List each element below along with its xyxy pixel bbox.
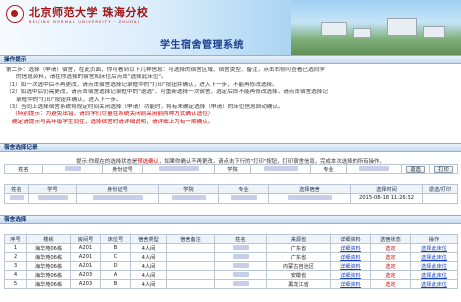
masked-value — [171, 195, 206, 201]
masked-value — [230, 195, 257, 201]
record-info-table: 姓名 身份证号 学院 专业 退选 打印 — [4, 164, 458, 174]
selection-section-title: 宿舍选择 — [0, 215, 461, 224]
col-college: 学院 — [158, 184, 219, 194]
tip-line: （3）当同上选择宿舍系统将规定时间关闭选择（申请）功能时，将有未确定选择（申请）… — [6, 104, 284, 111]
masked-value — [64, 166, 81, 171]
col-id: 身份证号 — [76, 184, 159, 194]
col-student-name: 姓名 — [214, 234, 267, 244]
masked-value — [263, 166, 298, 171]
col-dorm: 选择宿舍 — [268, 184, 351, 194]
campus-photo — [291, 0, 461, 56]
masked-value — [359, 166, 389, 171]
tips-section-title: 操作提示 — [0, 55, 461, 64]
detail-link[interactable]: 详细资料 — [340, 246, 361, 252]
school-name: 北京师范大学 珠海分校 — [29, 6, 149, 19]
university-logo-icon — [6, 5, 24, 23]
col-bed: 床位号 — [100, 234, 131, 244]
selection-table: 序号 楼栋 房间号 床位号 宿舍类型 宿舍备注 姓名 来源省 详细资料 选宿状态… — [4, 234, 458, 289]
masked-value — [92, 195, 143, 201]
col-no: 序号 — [4, 234, 27, 244]
record-time: 2015-08-18 11:26:32 — [350, 193, 423, 204]
tip-line: （2）如选中后仍需更改，请点击宿舍选择记录框中的"退选"，可重新选择一次宿舍，选… — [6, 89, 328, 96]
specialty-label: 专业 — [310, 164, 347, 174]
masked-value — [232, 263, 249, 268]
table-row: 3 海华苑06栋 A201 D 4人间 内蒙古自治区 详细资料 选定 选择此床位 — [4, 261, 458, 271]
col-student-no: 学号 — [28, 184, 77, 194]
masked-value — [232, 254, 249, 259]
table-row: 5 海华苑06栋 A203 B 4人间 黑龙江省 详细资料 选定 选择此床位 — [4, 279, 458, 289]
header-banner: 北京师范大学 珠海分校 BEIJING NORMAL UNIVERSITY · … — [0, 0, 461, 56]
masked-value — [232, 281, 249, 286]
tip-warning: 确定请提示与高年级学生同住，选择宿舍时请详细说明，请详细上为有一期确认。 — [12, 118, 214, 125]
withdraw-button[interactable]: 退选 — [406, 165, 425, 173]
col-operation: 操作 — [410, 234, 458, 244]
record-row: 2015-08-18 11:26:32 — [4, 193, 458, 204]
detail-link[interactable]: 详细资料 — [340, 255, 361, 261]
table-row: 1 海华苑06栋 A201 B 4人间 广东省 详细资料 选定 选择此床位 — [4, 243, 458, 253]
select-bed-link[interactable]: 选择此床位 — [421, 282, 447, 288]
system-title: 学生宿舍管理系统 — [160, 40, 244, 51]
masked-value — [232, 245, 249, 250]
col-type: 宿舍类型 — [130, 234, 167, 244]
college-label: 学院 — [214, 164, 251, 174]
record-section-title: 宿舍选择记录 — [0, 143, 461, 152]
masked-value — [158, 166, 199, 171]
col-room: 房间号 — [70, 234, 101, 244]
col-status: 选宿状态 — [370, 234, 411, 244]
col-time: 选择时间 — [350, 184, 423, 194]
masked-value — [37, 195, 68, 201]
col-name: 姓名 — [4, 184, 29, 194]
table-row: 2 海华苑06栋 A201 C 4人间 广东省 详细资料 选定 选择此床位 — [4, 252, 458, 262]
select-bed-link[interactable]: 选择此床位 — [421, 273, 447, 279]
col-note: 宿舍备注 — [166, 234, 215, 244]
tips-panel: 第二步：选择（申请）宿舍，在此页面，你可看到以下几种信息：可选择的宿舍区域、宿舍… — [0, 64, 461, 136]
select-bed-link[interactable]: 选择此床位 — [421, 246, 447, 252]
col-specialty: 专业 — [218, 184, 269, 194]
col-detail: 详细资料 — [330, 234, 371, 244]
detail-link[interactable]: 详细资料 — [340, 264, 361, 270]
select-bed-link[interactable]: 选择此床位 — [421, 255, 447, 261]
school-name-en: BEIJING NORMAL UNIVERSITY · ZHUHAI — [29, 20, 140, 24]
table-row: 4 海华苑06栋 A203 A 4人间 安徽省 详细资料 选定 选择此床位 — [4, 270, 458, 280]
detail-link[interactable]: 详细资料 — [340, 273, 361, 279]
col-building: 楼栋 — [26, 234, 71, 244]
tip-warning: （特别提示：为避免出错，请同学们尽量在系统关闭前采用前两种方式确认选位） — [12, 111, 214, 118]
tip-line: 录框中的"打印"按钮并确认，进入下一步。 — [16, 96, 122, 103]
col-province: 来源省 — [266, 234, 331, 244]
masked-value — [232, 272, 249, 277]
name-label: 姓名 — [4, 164, 43, 174]
masked-value — [9, 195, 24, 201]
detail-link[interactable]: 详细资料 — [340, 282, 361, 288]
tip-line: 第二步：选择（申请）宿舍，在此页面，你可看到以下几种信息：可选择的宿舍区域、宿舍… — [6, 67, 325, 73]
tip-line: 的信息资料，请在你选择的宿舍和床位后点击"选择此床位"。 — [16, 74, 167, 81]
record-table: 姓名 学号 身份证号 学院 专业 选择宿舍 选择时间 退选/打印 2015-08… — [4, 184, 458, 204]
id-label: 身份证号 — [102, 164, 143, 174]
tip-line: （1）如一次选中后不再更改，请点击宿舍选择记录框中的"打印"按钮并确认，进入下一… — [6, 81, 278, 88]
masked-value — [287, 195, 332, 201]
select-bed-link[interactable]: 选择此床位 — [421, 264, 447, 270]
col-action: 退选/打印 — [422, 184, 458, 194]
print-button[interactable]: 打印 — [434, 165, 453, 173]
